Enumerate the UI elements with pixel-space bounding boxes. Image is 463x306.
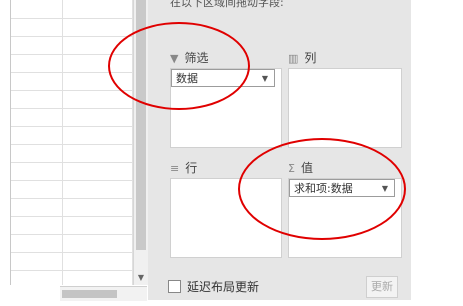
- pivot-fields-pane: 在以下区域间拖动字段: ▼ 筛选 数据 ▼ ▥ 列 ≡ 行 Σ值 求和项:数据 …: [148, 0, 411, 300]
- grid-row-line: [11, 180, 134, 181]
- rows-area-title: ≡ 行: [170, 158, 197, 178]
- defer-update-row: 延迟布局更新: [168, 278, 259, 296]
- values-area-label: 值: [300, 161, 313, 175]
- filter-area: ▼ 筛选 数据 ▼: [170, 48, 282, 148]
- values-drop-zone[interactable]: 求和项:数据 ▼: [288, 178, 402, 258]
- grid-column-line: [62, 0, 63, 285]
- grid-row-line: [11, 216, 134, 217]
- grid-row-line: [11, 36, 134, 37]
- scrollbar-thumb[interactable]: [62, 290, 117, 298]
- chevron-down-icon[interactable]: ▼: [382, 180, 388, 198]
- grid-row-line: [11, 162, 134, 163]
- chevron-down-icon[interactable]: ▼: [262, 70, 268, 88]
- columns-area-label: 列: [304, 51, 317, 65]
- grid-row-line: [11, 198, 134, 199]
- grid-row-line: [11, 270, 134, 271]
- grid-row-line: [11, 252, 134, 253]
- worksheet-grid[interactable]: [10, 0, 134, 285]
- values-field-chip[interactable]: 求和项:数据 ▼: [289, 179, 395, 197]
- rows-area: ≡ 行: [170, 158, 282, 258]
- scrollbar-thumb[interactable]: [136, 0, 146, 250]
- filter-area-label: 筛选: [184, 51, 209, 65]
- grid-row-line: [11, 126, 134, 127]
- update-button[interactable]: 更新: [366, 276, 398, 298]
- values-field-label: 求和项:数据: [294, 182, 353, 195]
- rows-area-label: 行: [185, 161, 198, 175]
- defer-update-label[interactable]: 延迟布局更新: [187, 280, 259, 294]
- columns-area-title: ▥ 列: [288, 48, 316, 68]
- columns-area: ▥ 列: [288, 48, 402, 148]
- filter-drop-zone[interactable]: 数据 ▼: [170, 68, 282, 148]
- horizontal-scrollbar[interactable]: [60, 286, 147, 301]
- vertical-scrollbar[interactable]: ▼: [133, 0, 148, 285]
- grid-row-line: [11, 54, 134, 55]
- columns-icon: ▥: [288, 52, 299, 65]
- defer-update-checkbox[interactable]: [168, 280, 181, 293]
- filter-icon: ▼: [170, 52, 179, 65]
- values-area-title: Σ值: [288, 158, 313, 178]
- columns-drop-zone[interactable]: [288, 68, 402, 148]
- grid-row-line: [11, 234, 134, 235]
- rows-drop-zone[interactable]: [170, 178, 282, 258]
- rows-icon: ≡: [170, 162, 180, 175]
- grid-row-line: [11, 72, 134, 73]
- grid-row-line: [11, 90, 134, 91]
- sigma-icon: Σ: [288, 162, 295, 175]
- grid-row-line: [11, 18, 134, 19]
- filter-area-title: ▼ 筛选: [170, 48, 208, 68]
- pane-instruction: 在以下区域间拖动字段:: [170, 0, 284, 9]
- filter-field-chip[interactable]: 数据 ▼: [171, 69, 275, 87]
- filter-field-label: 数据: [176, 72, 198, 85]
- values-area: Σ值 求和项:数据 ▼: [288, 158, 402, 258]
- scroll-down-icon[interactable]: ▼: [134, 273, 148, 283]
- grid-row-line: [11, 144, 134, 145]
- grid-row-line: [11, 108, 134, 109]
